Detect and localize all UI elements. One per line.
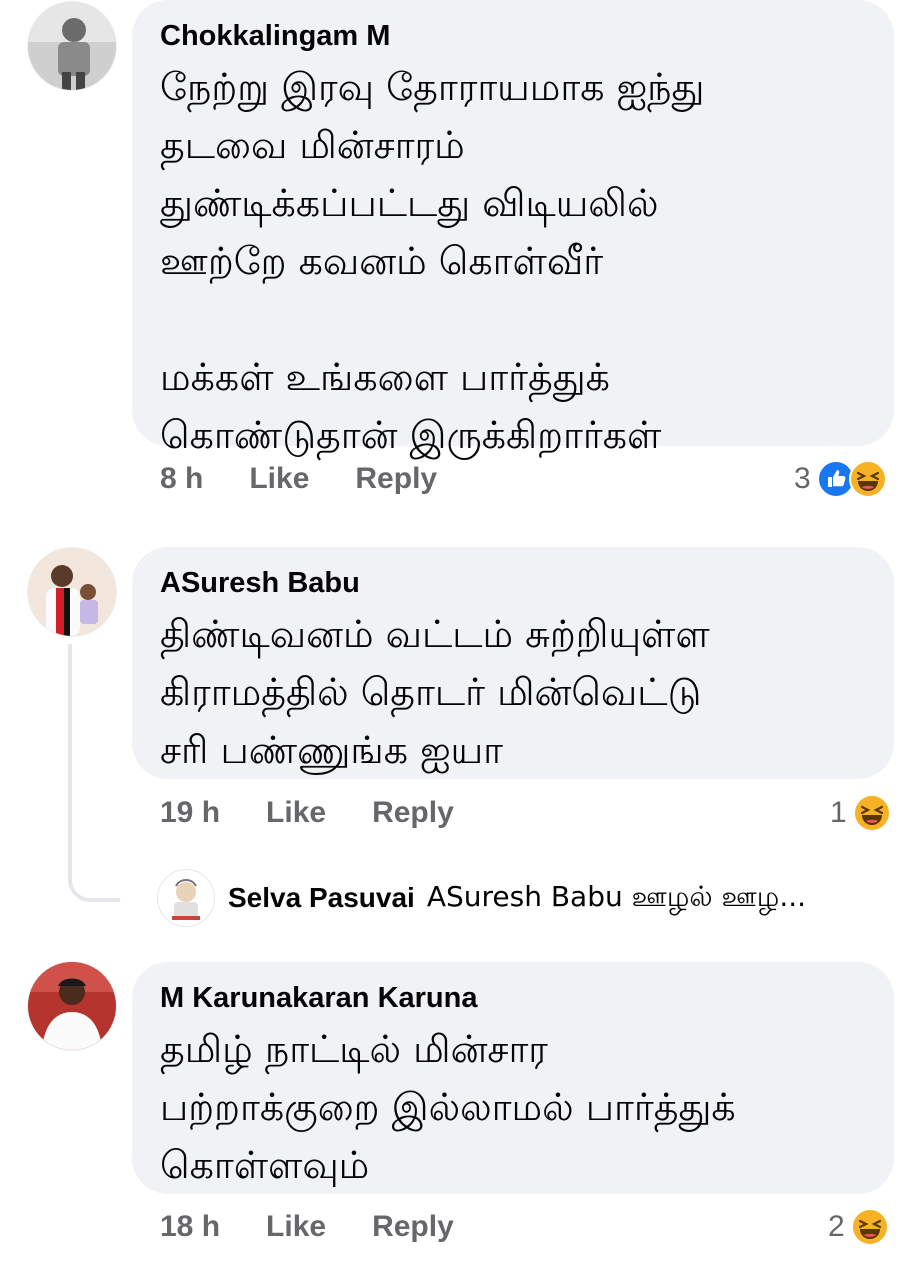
avatar[interactable] (28, 2, 116, 90)
reply-button[interactable]: Reply (355, 462, 437, 496)
reply-preview[interactable]: Selva Pasuvai ASuresh Babu ஊழல் ஊழ... (158, 870, 806, 926)
comment-timestamp[interactable]: 19 h (160, 796, 220, 830)
thread-connector (68, 644, 120, 902)
comment-text: நேற்று இரவு தோராயமாக ஐந்து தடவை மின்சாரம… (160, 65, 705, 457)
comment-actions: 19 h Like Reply (160, 796, 454, 830)
reaction-summary[interactable]: 1 (830, 794, 891, 832)
comment-author[interactable]: ASuresh Babu (160, 565, 864, 601)
comment-text: திண்டிவனம் வட்டம் சுற்றியுள்ள கிராமத்தில… (160, 612, 710, 772)
reaction-count: 3 (794, 462, 811, 495)
reaction-summary[interactable]: 2 (828, 1208, 889, 1246)
reply-author[interactable]: Selva Pasuvai (228, 882, 415, 914)
comment-author[interactable]: M Karunakaran Karuna (160, 980, 864, 1016)
comment-timestamp[interactable]: 18 h (160, 1210, 220, 1244)
like-button[interactable]: Like (266, 796, 326, 830)
comment-bubble: Chokkalingam M நேற்று இரவு தோராயமாக ஐந்த… (132, 0, 894, 457)
comment-author[interactable]: Chokkalingam M (160, 18, 864, 54)
comment-bubble: M Karunakaran Karuna தமிழ் நாட்டில் மின்… (132, 962, 894, 1194)
like-button[interactable]: Like (266, 1210, 326, 1244)
reaction-count: 1 (830, 796, 847, 829)
comment-bubble: ASuresh Babu திண்டிவனம் வட்டம் சுற்றியுள… (132, 547, 894, 779)
reply-button[interactable]: Reply (372, 796, 454, 830)
avatar[interactable] (28, 548, 116, 636)
avatar[interactable] (158, 870, 214, 926)
haha-icon (850, 1208, 889, 1246)
avatar[interactable] (28, 962, 116, 1050)
reply-button[interactable]: Reply (372, 1210, 454, 1244)
like-button[interactable]: Like (249, 462, 309, 496)
reaction-count: 2 (828, 1210, 845, 1243)
haha-icon (848, 460, 887, 498)
comment-actions: 18 h Like Reply (160, 1210, 454, 1244)
reply-text: ASuresh Babu ஊழல் ஊழ... (426, 879, 807, 913)
comment-actions: 8 h Like Reply (160, 462, 437, 496)
haha-icon (852, 794, 891, 832)
comment-text: தமிழ் நாட்டில் மின்சார பற்றாக்குறை இல்லா… (160, 1027, 736, 1187)
reaction-summary[interactable]: 3 (794, 460, 887, 498)
comment-timestamp[interactable]: 8 h (160, 462, 203, 496)
